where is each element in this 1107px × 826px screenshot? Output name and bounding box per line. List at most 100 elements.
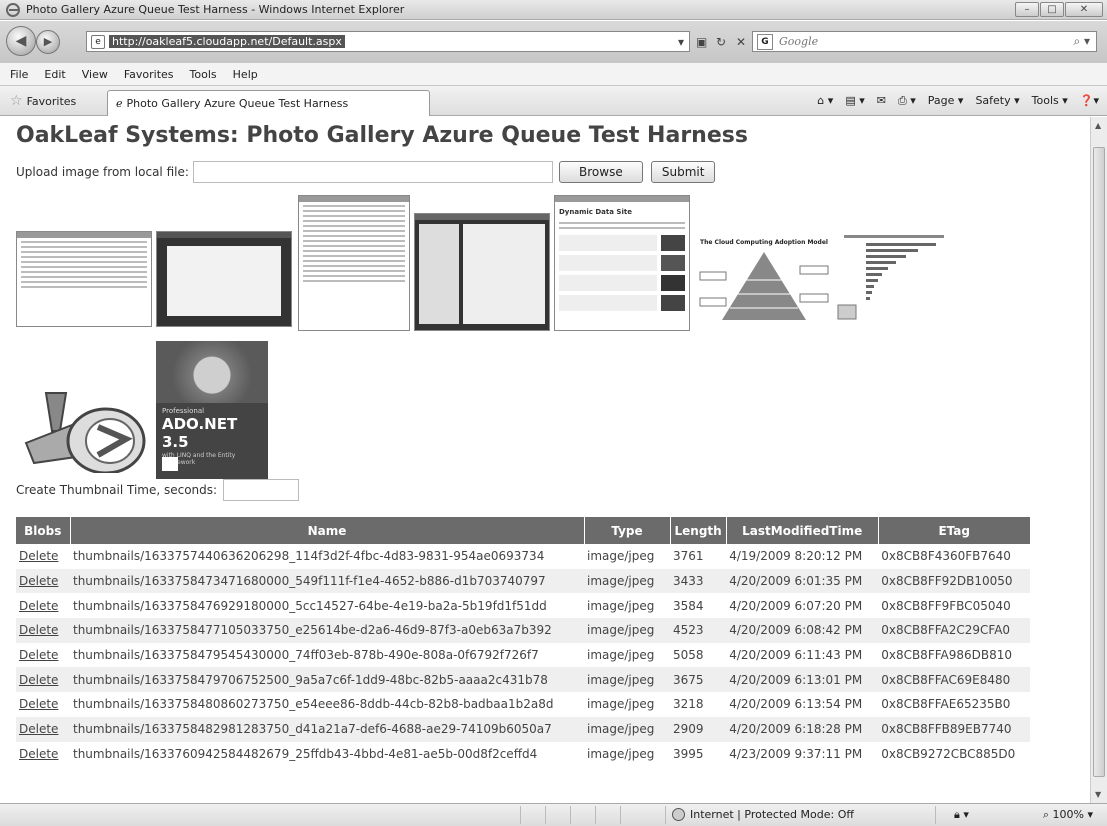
menu-file[interactable]: File: [10, 68, 28, 81]
menu-edit[interactable]: Edit: [44, 68, 65, 81]
refresh-icon[interactable]: ↻: [716, 31, 726, 52]
stop-icon[interactable]: ✕: [736, 31, 746, 52]
menu-help[interactable]: Help: [233, 68, 258, 81]
file-path-input[interactable]: [192, 161, 553, 183]
app-engine-logo-icon[interactable]: [16, 373, 152, 473]
mail-icon[interactable]: ✉: [877, 94, 886, 108]
delete-link[interactable]: Delete: [19, 697, 58, 711]
bar-chart-thumbnail: [837, 235, 944, 320]
tab-page-icon: ℯ: [116, 97, 123, 110]
home-icon[interactable]: ⌂ ▾: [817, 94, 833, 108]
blob-type: image/jpeg: [587, 549, 655, 564]
column-header-etag: ETag: [878, 517, 1031, 544]
close-button[interactable]: ✕: [1065, 2, 1103, 17]
table-row: Delete thumbnails/1633758479545430000_74…: [16, 643, 1030, 668]
blob-length: 3584: [673, 598, 704, 613]
address-bar[interactable]: e http://oakleaf5.cloudapp.net/Default.a…: [86, 31, 690, 52]
upload-label: Upload image from local file:: [16, 165, 189, 179]
blob-etag: 0x8CB8FFAC69E8480: [878, 667, 1031, 693]
minimize-button[interactable]: –: [1015, 2, 1039, 17]
submit-button[interactable]: Submit: [650, 161, 716, 183]
blob-etag: 0x8CB8FFA986DB810: [881, 648, 1013, 663]
tab-photo-gallery[interactable]: ℯ Photo Gallery Azure Queue Test Harness: [107, 90, 430, 116]
favorites-label: Favorites: [26, 94, 77, 108]
delete-link[interactable]: Delete: [19, 722, 58, 736]
blob-etag: 0x8CB8FF9FBC05040: [881, 598, 1011, 613]
blob-modified: 4/23/2009 9:37:11 PM: [729, 746, 863, 761]
thumbnail-image[interactable]: [836, 231, 956, 327]
delete-link[interactable]: Delete: [19, 673, 58, 687]
table-row: Delete thumbnails/1633760942584482679_25…: [16, 742, 1030, 767]
tools-menu[interactable]: Tools ▾: [1032, 94, 1068, 108]
zoom-control[interactable]: ⌕ 100% ▾: [1043, 808, 1093, 822]
zoom-dropdown-icon[interactable]: ▾: [1087, 808, 1093, 821]
scrollbar-thumb[interactable]: [1093, 147, 1105, 777]
blob-type: image/jpeg: [587, 746, 655, 761]
delete-link[interactable]: Delete: [19, 574, 58, 588]
favorites-button[interactable]: ☆ Favorites: [10, 93, 76, 109]
feeds-icon[interactable]: ▤ ▾: [845, 94, 864, 108]
scroll-up-icon[interactable]: ▲: [1095, 121, 1101, 130]
search-box[interactable]: G ⌕ ▾: [752, 31, 1097, 52]
print-icon[interactable]: ⎙ ▾: [898, 94, 916, 108]
page-menu[interactable]: Page ▾: [928, 94, 964, 108]
blob-length: 5058: [673, 648, 704, 663]
safety-menu[interactable]: Safety ▾: [975, 94, 1019, 108]
delete-link[interactable]: Delete: [19, 599, 58, 613]
search-icon[interactable]: ⌕ ▾: [1073, 34, 1090, 49]
zoom-icon: ⌕: [1042, 808, 1050, 821]
thumbnail-image[interactable]: [16, 231, 152, 327]
compatibility-icon[interactable]: ▣: [696, 31, 707, 52]
menu-favorites[interactable]: Favorites: [124, 68, 174, 81]
menu-tools[interactable]: Tools: [190, 68, 217, 81]
zoom-level: 100%: [1052, 808, 1084, 821]
table-row: Delete thumbnails/1633757440636206298_11…: [16, 544, 1030, 569]
back-button[interactable]: ◀: [6, 26, 36, 56]
blob-length: 3433: [670, 568, 727, 594]
favorites-bar: ☆ Favorites ℯ Photo Gallery Azure Queue …: [0, 86, 1107, 116]
vertical-scrollbar[interactable]: ▲ ▼: [1090, 117, 1107, 803]
ie-logo-icon: [6, 2, 20, 17]
blob-etag: 0x8CB8FFAE65235B0: [881, 697, 1011, 712]
table-row: Delete thumbnails/1633758480860273750_e5…: [16, 692, 1030, 717]
browse-button[interactable]: Browse: [558, 161, 643, 183]
thumbnail-caption: Dynamic Data Site: [559, 208, 632, 216]
delete-link[interactable]: Delete: [19, 747, 58, 761]
help-icon[interactable]: ❓▾: [1080, 94, 1099, 108]
delete-link[interactable]: Delete: [19, 549, 58, 563]
forward-button[interactable]: ▶: [36, 30, 60, 54]
address-url[interactable]: http://oakleaf5.cloudapp.net/Default.asp…: [109, 35, 345, 48]
google-icon: G: [757, 33, 773, 50]
menu-view[interactable]: View: [82, 68, 108, 81]
thumbnail-image[interactable]: The Cloud Computing Adoption Model: [696, 231, 832, 327]
delete-link[interactable]: Delete: [19, 623, 58, 637]
thumbnail-image[interactable]: [156, 231, 292, 327]
protected-mode-icon[interactable]: 🔒︎ ▾: [954, 808, 969, 822]
blob-name: thumbnails/1633758482981283750_d41a21a7-…: [70, 716, 584, 742]
table-row: Delete thumbnails/1633758473471680000_54…: [16, 568, 1031, 594]
book-title: ADO.NET 3.5: [162, 415, 238, 451]
blob-etag: 0x8CB8FF92DB10050: [878, 568, 1031, 594]
address-dropdown-icon[interactable]: ▾: [678, 31, 684, 52]
blob-name: thumbnails/1633758480860273750_e54eee86-…: [73, 697, 554, 712]
blob-type: image/jpeg: [587, 598, 655, 613]
address-toolbar: ◀ ▶ e http://oakleaf5.cloudapp.net/Defau…: [0, 21, 1107, 63]
security-zone[interactable]: Internet | Protected Mode: Off: [672, 808, 854, 821]
thumbnail-time-row: Create Thumbnail Time, seconds:: [16, 479, 300, 501]
blob-length: 3995: [673, 746, 704, 761]
scroll-down-icon[interactable]: ▼: [1095, 790, 1101, 799]
delete-link[interactable]: Delete: [19, 648, 58, 662]
window-controls: – □ ✕: [1015, 2, 1103, 17]
thumbnail-image[interactable]: Dynamic Data Site: [554, 195, 690, 331]
table-row: Delete thumbnails/1633758477105033750_e2…: [16, 618, 1031, 643]
column-header-length: Length: [670, 517, 727, 544]
blob-modified: 4/20/2009 6:11:43 PM: [729, 648, 863, 663]
thumbnail-image[interactable]: [298, 195, 410, 331]
upload-form: Upload image from local file: Browse Sub…: [16, 161, 716, 183]
book-cover-thumbnail[interactable]: Professional ADO.NET 3.5 with LINQ and t…: [156, 341, 268, 479]
thumbnail-caption: The Cloud Computing Adoption Model: [700, 239, 828, 246]
thumbnail-image[interactable]: [414, 213, 550, 331]
thumbnail-time-input[interactable]: [223, 479, 300, 501]
maximize-button[interactable]: □: [1040, 2, 1064, 17]
search-input[interactable]: [777, 34, 1047, 49]
